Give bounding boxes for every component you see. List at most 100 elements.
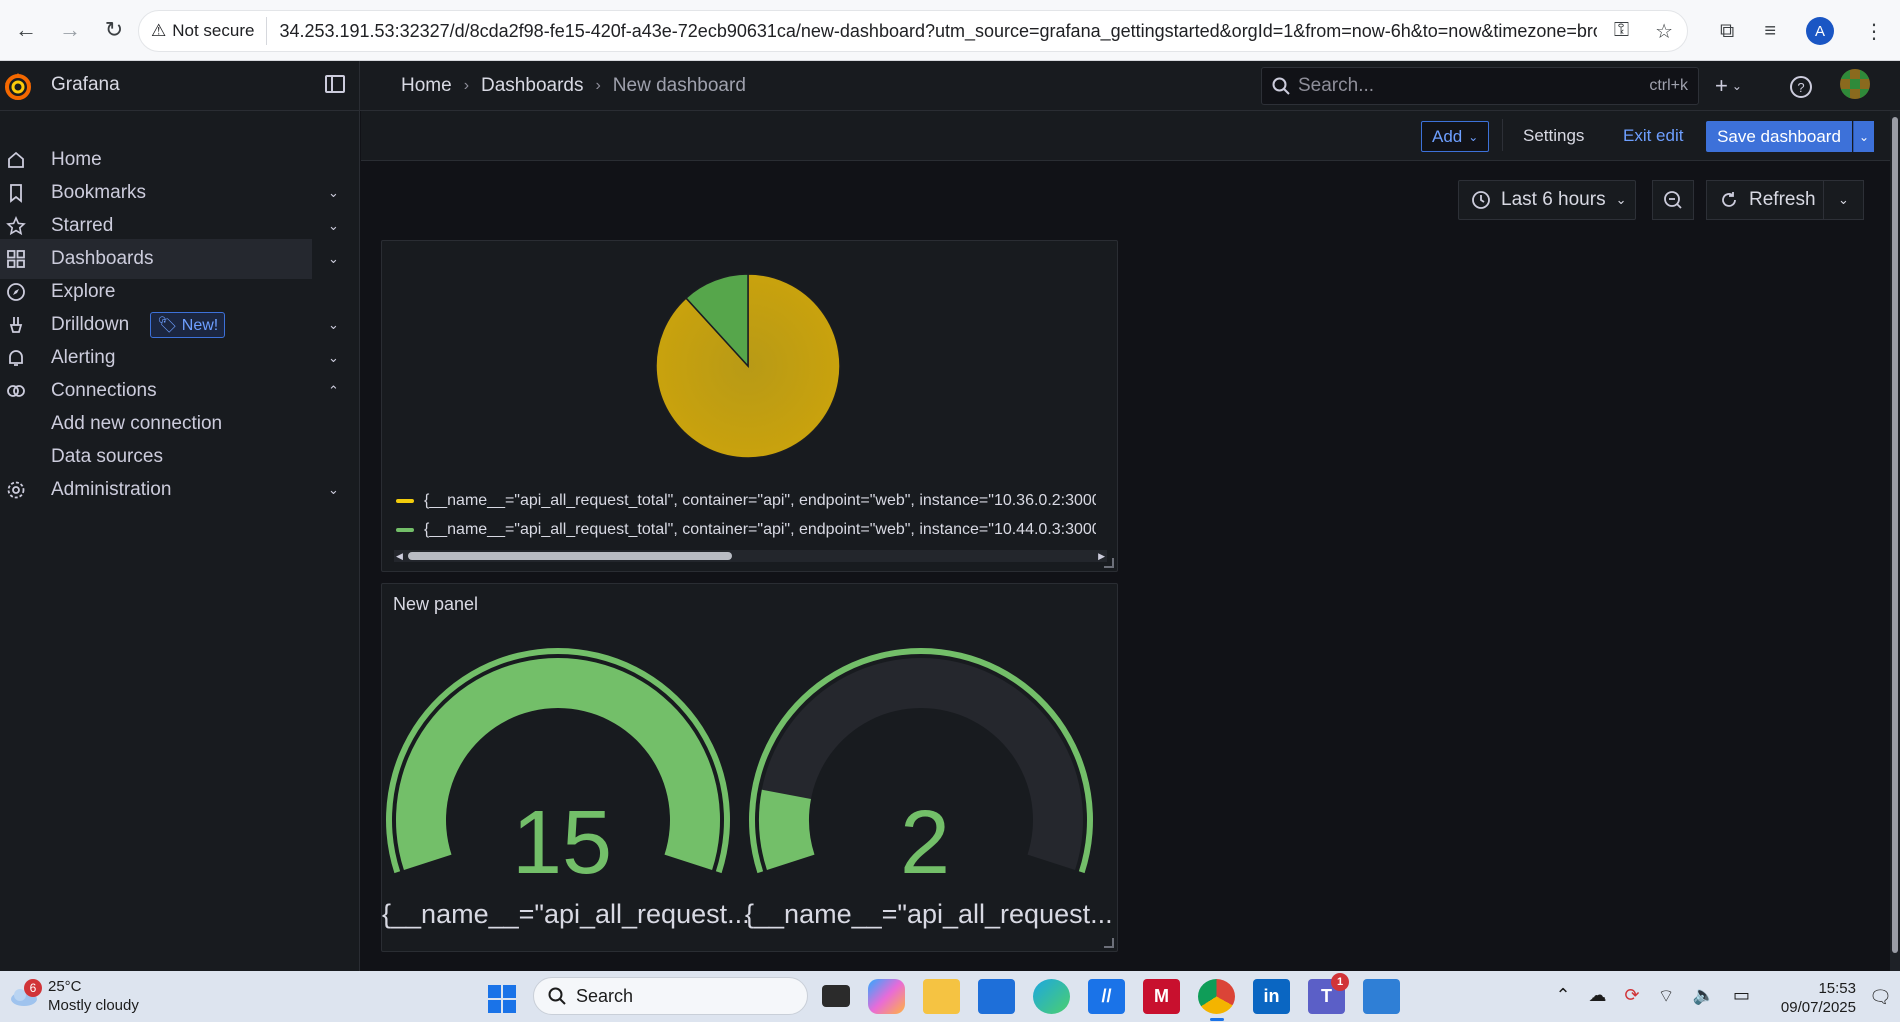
weather-widget[interactable]: 6 25°C Mostly cloudy bbox=[10, 977, 139, 1015]
search-placeholder: Search... bbox=[1298, 75, 1375, 96]
legend-swatch bbox=[396, 499, 414, 503]
taskbar-search[interactable]: Search bbox=[533, 977, 808, 1015]
sidebar-item-label: Explore bbox=[51, 281, 116, 302]
system-tray: ⌃ ☁ ⟳ ⌔ 🔈 ▭ bbox=[1555, 985, 1750, 1008]
time-range-label: Last 6 hours bbox=[1501, 189, 1606, 210]
page-vertical-scrollbar[interactable] bbox=[1890, 111, 1900, 971]
url-text[interactable]: 34.253.191.53:32327/d/8cda2f98-fe15-420f… bbox=[267, 21, 1597, 42]
legend-item[interactable]: {__name__="api_all_request_total", conta… bbox=[396, 521, 1096, 539]
sidebar-item-label: Starred bbox=[51, 215, 114, 236]
grafana-logo-icon[interactable] bbox=[4, 71, 32, 101]
user-avatar[interactable] bbox=[1840, 69, 1870, 99]
dashboard-edit-bar: Add ⌄ Settings Exit edit Save dashboard ⌄ bbox=[361, 111, 1900, 161]
forward-button[interactable]: → bbox=[52, 12, 88, 48]
new-menu-button[interactable]: + ⌄ bbox=[1715, 73, 1742, 99]
battery-icon[interactable]: ▭ bbox=[1733, 985, 1750, 1008]
teams-badge: 1 bbox=[1331, 973, 1349, 991]
start-button[interactable] bbox=[488, 985, 516, 1013]
back-button[interactable]: ← bbox=[8, 12, 44, 48]
chevron-down-icon: ⌄ bbox=[1615, 192, 1627, 207]
onedrive-icon[interactable]: ☁ bbox=[1589, 985, 1607, 1008]
extensions-icon[interactable]: ⧉ bbox=[1720, 20, 1734, 43]
security-indicator[interactable]: ⚠ Not secure bbox=[151, 17, 268, 45]
scrollbar-thumb[interactable] bbox=[408, 552, 732, 560]
gauge-value: 2 bbox=[899, 793, 951, 893]
media-controls-icon[interactable]: ≡ bbox=[1764, 20, 1776, 43]
add-button[interactable]: Add ⌄ bbox=[1421, 121, 1490, 152]
settings-button[interactable]: Settings bbox=[1523, 126, 1584, 146]
panel-resize-handle[interactable] bbox=[1104, 938, 1114, 948]
cog-icon bbox=[7, 481, 25, 499]
panel-resize-handle[interactable] bbox=[1104, 558, 1114, 568]
profile-avatar[interactable]: A bbox=[1806, 17, 1834, 45]
scroll-left-icon[interactable]: ◀ bbox=[396, 551, 403, 562]
address-bar[interactable]: ⚠ Not secure 34.253.191.53:32327/d/8cda2… bbox=[138, 10, 1688, 52]
dock-menu-icon[interactable] bbox=[325, 75, 345, 93]
search-input[interactable]: Search... ctrl+k bbox=[1261, 67, 1699, 105]
chevron-up-icon[interactable]: ⌃ bbox=[328, 383, 339, 399]
pie-chart bbox=[655, 273, 841, 459]
cloud-icon: 6 bbox=[10, 979, 42, 1007]
gauge-value: 15 bbox=[511, 793, 613, 893]
zoom-out-button[interactable] bbox=[1652, 180, 1694, 220]
scrollbar-thumb[interactable] bbox=[1892, 117, 1898, 953]
breadcrumb-chevron-icon: › bbox=[595, 77, 601, 94]
gauge-panel[interactable]: New panel 15 {__name__="api_all_request.… bbox=[381, 583, 1118, 952]
task-view-icon[interactable] bbox=[822, 985, 850, 1007]
breadcrumb-home[interactable]: Home bbox=[401, 75, 452, 97]
notepad-icon[interactable] bbox=[1363, 979, 1400, 1014]
clock-icon bbox=[1472, 191, 1490, 209]
exit-edit-button[interactable]: Exit edit bbox=[1623, 126, 1683, 146]
save-options-chevron-icon[interactable]: ⌄ bbox=[1853, 121, 1874, 152]
bookmark-star-icon[interactable]: ☆ bbox=[1655, 19, 1673, 44]
apps-icon bbox=[7, 250, 25, 268]
sync-icon[interactable]: ⟳ bbox=[1625, 985, 1640, 1008]
refresh-interval-chevron-icon[interactable]: ⌄ bbox=[1823, 181, 1863, 219]
legend-item[interactable]: {__name__="api_all_request_total", conta… bbox=[396, 492, 1096, 510]
taskbar-search-placeholder: Search bbox=[576, 985, 634, 1006]
chrome-icon[interactable] bbox=[1198, 979, 1235, 1021]
key-icon[interactable]: ⚿ bbox=[1614, 19, 1629, 44]
search-icon bbox=[548, 987, 566, 1005]
file-explorer-icon[interactable] bbox=[923, 979, 960, 1014]
clock-date: 09/07/2025 bbox=[1780, 999, 1856, 1016]
edge-icon[interactable] bbox=[1033, 979, 1070, 1014]
save-dashboard-button[interactable]: Save dashboard bbox=[1706, 121, 1852, 152]
reload-button[interactable]: ↻ bbox=[96, 12, 132, 48]
time-range-picker[interactable]: Last 6 hours ⌄ bbox=[1458, 180, 1636, 220]
mcafee-icon[interactable]: M bbox=[1143, 979, 1180, 1014]
panel-title: New panel bbox=[393, 594, 479, 614]
home-icon bbox=[8, 151, 24, 168]
bookmark-icon bbox=[10, 184, 22, 203]
sidebar-item-label: Drilldown bbox=[51, 314, 130, 335]
help-icon[interactable]: ? bbox=[1790, 76, 1812, 98]
linkedin-icon[interactable]: in bbox=[1253, 979, 1290, 1014]
clock[interactable]: 15:53 09/07/2025 bbox=[1781, 979, 1856, 1017]
pie-chart-panel[interactable]: {__name__="api_all_request_total", conta… bbox=[381, 240, 1118, 572]
chevron-up-icon[interactable]: ⌃ bbox=[1555, 985, 1570, 1008]
copilot-icon[interactable] bbox=[868, 979, 905, 1014]
chevron-down-icon[interactable]: ⌄ bbox=[328, 218, 339, 234]
store-icon[interactable] bbox=[978, 979, 1015, 1014]
browser-menu-icon[interactable]: ⋮ bbox=[1864, 19, 1884, 44]
plus-icon: + bbox=[1715, 73, 1728, 98]
refresh-icon bbox=[1722, 192, 1736, 207]
notification-icon[interactable]: 🗨 bbox=[1869, 987, 1892, 1008]
chevron-down-icon: ⌄ bbox=[1731, 79, 1742, 93]
chevron-down-icon[interactable]: ⌄ bbox=[328, 185, 339, 201]
chevron-down-icon[interactable]: ⌄ bbox=[328, 350, 339, 366]
sidebar-item-administration[interactable]: Administration ⌄ bbox=[0, 470, 339, 510]
chevron-down-icon[interactable]: ⌄ bbox=[328, 482, 339, 498]
breadcrumb-chevron-icon: › bbox=[463, 77, 470, 94]
volume-icon[interactable]: 🔈 bbox=[1693, 985, 1715, 1008]
compass-icon bbox=[7, 283, 25, 301]
chevron-down-icon[interactable]: ⌄ bbox=[328, 317, 339, 333]
legend-label: {__name__="api_all_request_total", conta… bbox=[424, 521, 1096, 538]
chevron-down-icon[interactable]: ⌄ bbox=[328, 251, 339, 267]
wifi-icon[interactable]: ⌔ bbox=[1658, 985, 1675, 1008]
azure-icon[interactable]: // bbox=[1088, 979, 1125, 1014]
legend-horizontal-scrollbar[interactable]: ◀ ▶ bbox=[394, 550, 1107, 562]
teams-icon[interactable]: T1 bbox=[1308, 973, 1349, 1014]
refresh-button[interactable]: Refresh ⌄ bbox=[1706, 180, 1864, 220]
breadcrumb-dashboards[interactable]: Dashboards bbox=[481, 75, 583, 97]
